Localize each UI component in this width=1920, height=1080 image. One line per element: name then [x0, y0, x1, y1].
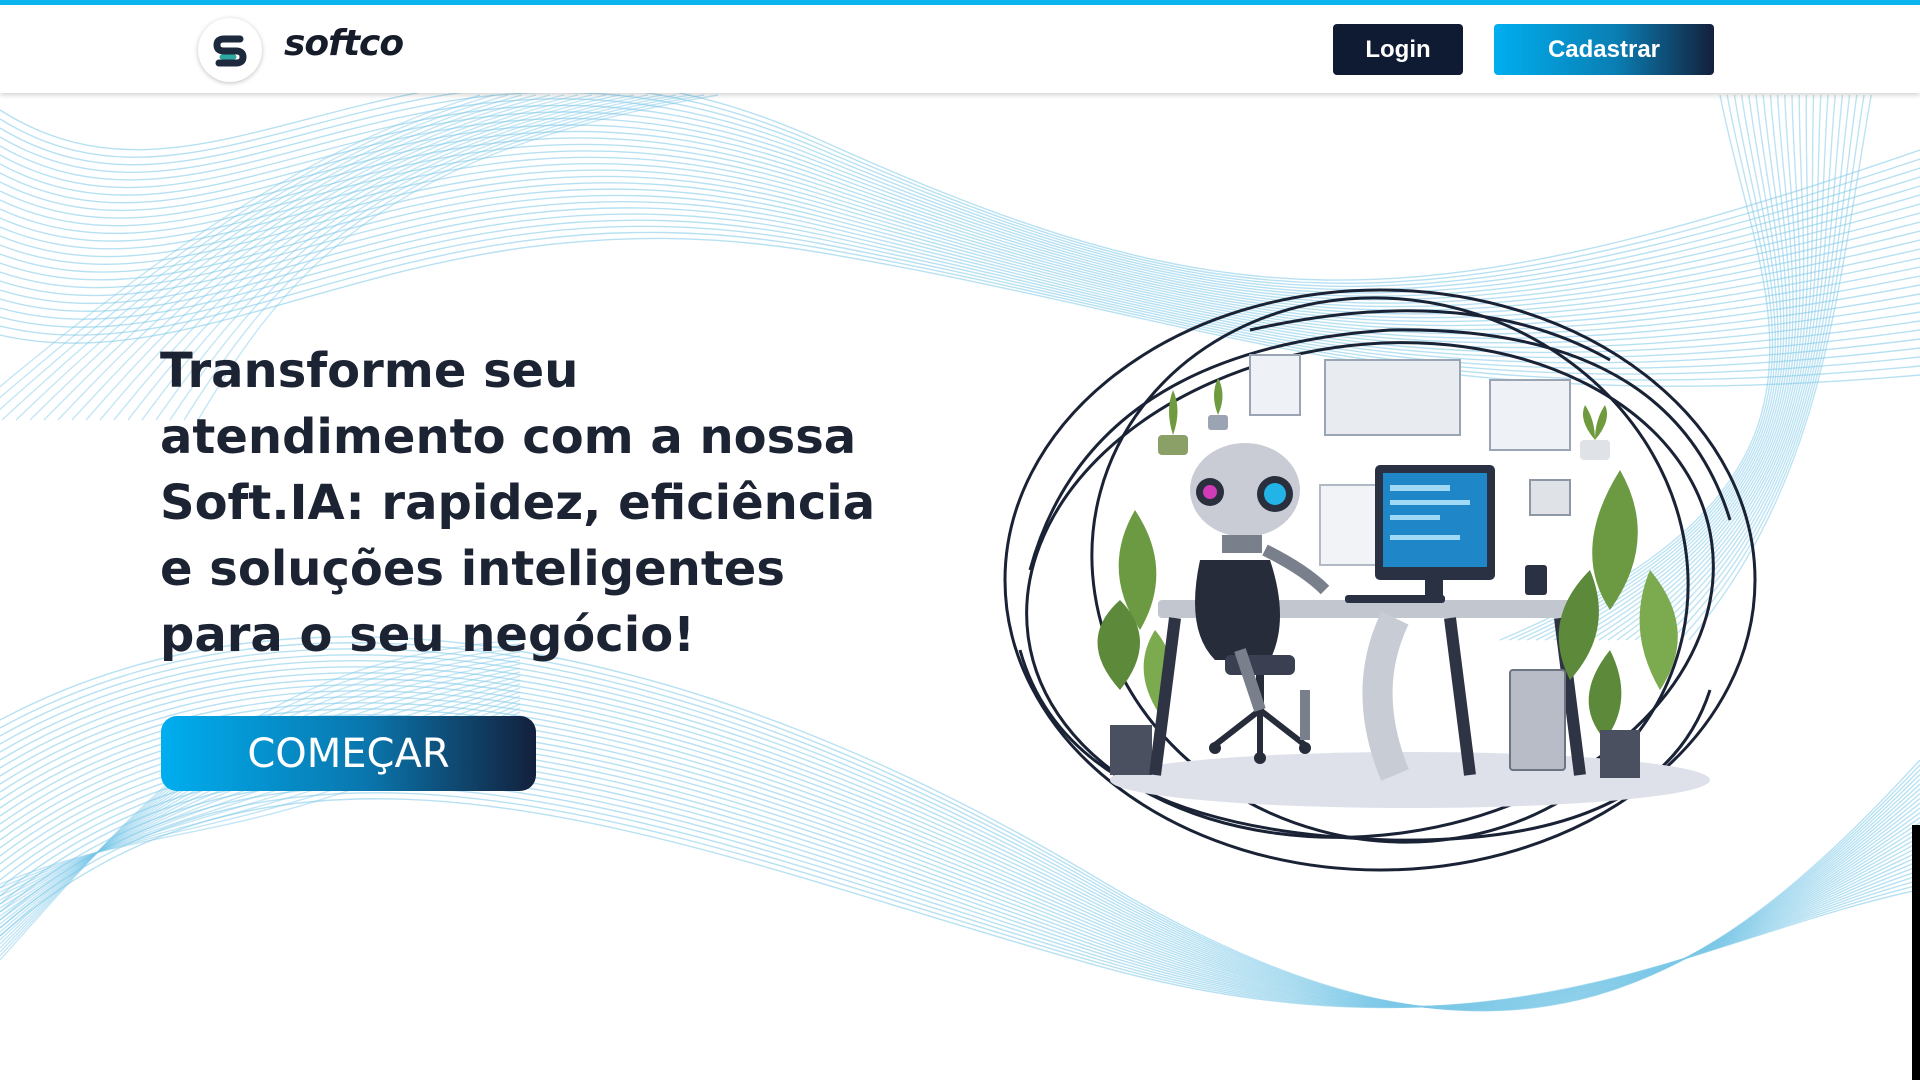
- coffee-cup: [1525, 565, 1547, 595]
- scrollbar-edge: [1912, 825, 1920, 1080]
- softco-logo-icon[interactable]: [198, 18, 262, 82]
- landing-page: softco Login Cadastrar Transforme seu at…: [0, 0, 1920, 1080]
- login-button[interactable]: Login: [1333, 24, 1463, 75]
- robot-at-desk-illustration: [1003, 288, 1757, 872]
- hero-title: Transforme seu atendimento com a nossa S…: [160, 343, 876, 663]
- top-accent-bar: [0, 0, 1920, 5]
- brand-name[interactable]: softco: [284, 23, 404, 64]
- pc-tower: [1509, 669, 1566, 771]
- start-button[interactable]: COMEÇAR: [161, 716, 536, 791]
- signup-button[interactable]: Cadastrar: [1494, 24, 1714, 75]
- site-header: softco Login Cadastrar: [0, 5, 1920, 93]
